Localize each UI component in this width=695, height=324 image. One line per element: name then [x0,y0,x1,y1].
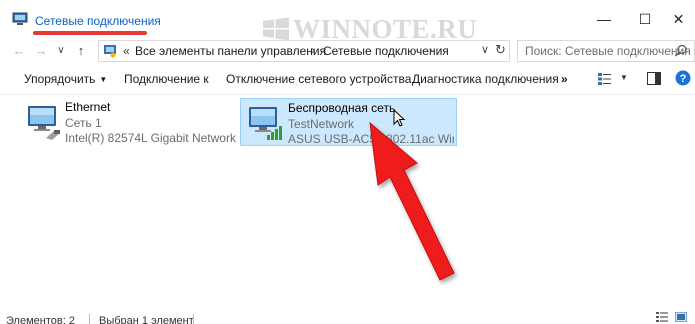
address-bar[interactable]: « Все элементы панели управления › Сетев… [98,40,510,62]
details-view-icon[interactable] [656,312,668,322]
organize-label: Упорядочить [24,72,96,86]
command-toolbar: Упорядочить ▼ Подключение к Отключение се… [0,64,695,94]
diagnose-connection-button[interactable]: Диагностика подключения [412,72,559,86]
address-overflow-chevron[interactable]: « [123,44,130,58]
connection-item-ethernet[interactable]: Ethernet Сеть 1 Intel(R) 82574L Gigabit … [18,98,238,146]
control-panel-icon [104,45,116,58]
close-button[interactable]: ✕ [662,8,695,30]
breadcrumb-separator[interactable]: › [429,43,433,57]
status-divider [193,314,194,324]
organize-button[interactable]: Упорядочить ▼ [24,72,107,86]
recent-locations-button[interactable]: ∨ [52,42,70,60]
address-dropdown-button[interactable]: ∨ [481,43,489,56]
connections-list: Ethernet Сеть 1 Intel(R) 82574L Gigabit … [0,95,695,311]
help-icon[interactable]: ? [675,70,691,86]
connect-to-button[interactable]: Подключение к [124,72,209,86]
ethernet-adapter-icon [28,106,60,140]
change-view-icon[interactable] [598,73,612,85]
connection-device: Intel(R) 82574L Gigabit Network C... [65,131,237,145]
search-input[interactable]: Поиск: Сетевые подключения [517,40,695,62]
items-count: Элементов: 2 [6,315,75,324]
back-button[interactable]: ← [10,42,28,60]
forward-button[interactable]: → [32,42,50,60]
preview-pane-icon[interactable] [647,72,661,85]
wireless-adapter-icon [249,107,282,140]
breadcrumb-separator[interactable]: › [311,43,315,57]
view-options-chevron-icon[interactable]: ▼ [620,73,628,82]
up-button[interactable]: ↑ [72,42,90,60]
title-bar: Сетевые подключения WINNOTE.RU — ☐ ✕ [0,0,695,44]
svg-text:?: ? [680,73,687,85]
address-row: ← → ∨ ↑ « Все элементы панели управления… [0,38,695,64]
refresh-button[interactable]: ↻ [495,42,506,58]
more-commands-button[interactable]: » [561,72,568,86]
network-connections-icon [12,12,28,25]
large-icons-view-icon[interactable] [675,312,687,322]
status-divider [89,314,90,324]
title-annotation-underline [33,31,147,35]
minimize-button[interactable]: — [581,8,627,30]
status-bar: Элементов: 2 Выбран 1 элемент [0,311,695,324]
connection-name: Беспроводная сеть [288,101,396,115]
disable-device-button[interactable]: Отключение сетевого устройства [226,72,411,86]
connection-network: Сеть 1 [65,116,102,130]
search-placeholder: Поиск: Сетевые подключения [525,44,691,58]
annotation-arrow-icon [369,121,455,281]
window-title: Сетевые подключения [35,14,161,28]
breadcrumb-control-panel[interactable]: Все элементы панели управления [135,44,326,58]
selected-count: Выбран 1 элемент [99,315,194,324]
search-icon[interactable] [674,44,688,58]
connection-name: Ethernet [65,100,111,114]
chevron-down-icon: ▼ [99,75,108,84]
